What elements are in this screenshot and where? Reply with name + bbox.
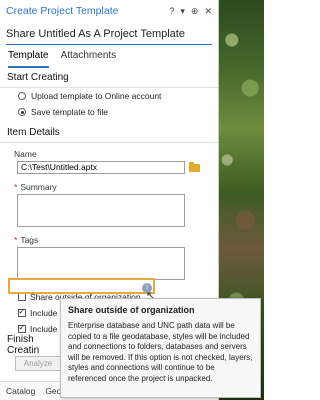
required-marker: *: [14, 182, 18, 192]
analyze-label: Analyze: [23, 359, 53, 368]
tab-template[interactable]: Template: [8, 50, 49, 68]
required-marker: *: [14, 235, 18, 245]
name-label: Name: [14, 149, 37, 159]
tags-label-text: Tags: [20, 235, 39, 245]
summary-label-text: Summary: [20, 182, 57, 192]
section-start-creating: Start Creating: [0, 68, 218, 88]
name-row: [0, 161, 218, 174]
section-item-details: Item Details: [0, 123, 218, 143]
summary-field[interactable]: [17, 194, 185, 227]
option-label: Save template to file: [31, 107, 109, 117]
window-controls: ? ▾ ⊕ ✕: [169, 6, 212, 17]
close-icon[interactable]: ✕: [204, 6, 212, 17]
menu-chevron-icon[interactable]: ▾: [180, 6, 185, 17]
radio-button[interactable]: [18, 92, 26, 100]
option-upload-online[interactable]: Upload template to Online account: [0, 88, 218, 104]
option-label: Upload template to Online account: [31, 91, 162, 101]
tags-label: * Tags: [0, 227, 218, 247]
analyze-button[interactable]: Analyze: [15, 356, 61, 371]
summary-label: * Summary: [0, 174, 218, 194]
highlight-box: [8, 278, 155, 294]
tooltip-body: Enterprise database and UNC path data wi…: [68, 321, 253, 383]
tooltip: Share outside of organization Enterprise…: [60, 298, 261, 398]
name-field[interactable]: [17, 161, 185, 174]
option-save-to-file[interactable]: Save template to file: [0, 104, 218, 120]
tab-bar: Template Attachments: [0, 45, 218, 68]
pin-icon[interactable]: ⊕: [191, 6, 199, 17]
tab-catalog[interactable]: Catalog: [6, 386, 35, 396]
checkbox-checked[interactable]: [18, 307, 26, 317]
pane-titlebar: Create Project Template ? ▾ ⊕ ✕: [0, 0, 218, 22]
pane-title: Create Project Template: [6, 5, 119, 17]
tab-attachments[interactable]: Attachments: [61, 50, 117, 68]
tooltip-title: Share outside of organization: [68, 305, 195, 315]
radio-button-selected[interactable]: [18, 108, 26, 116]
help-icon[interactable]: ?: [169, 6, 174, 17]
page-subtitle: Share Untitled As A Project Template: [6, 28, 185, 40]
folder-icon[interactable]: [189, 161, 200, 172]
tags-field[interactable]: [17, 247, 185, 280]
